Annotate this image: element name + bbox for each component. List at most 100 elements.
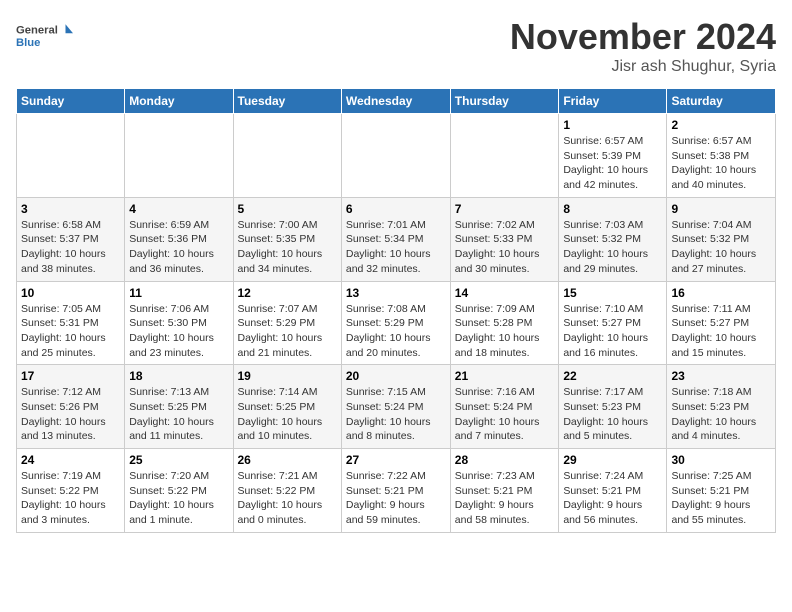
calendar-cell	[450, 114, 559, 198]
day-info: Sunrise: 7:03 AM Sunset: 5:32 PM Dayligh…	[563, 218, 662, 277]
day-number: 21	[455, 369, 555, 383]
day-info: Sunrise: 7:13 AM Sunset: 5:25 PM Dayligh…	[129, 385, 228, 444]
calendar-cell: 3 Sunrise: 6:58 AM Sunset: 5:37 PM Daylig…	[17, 197, 125, 281]
calendar-cell	[341, 114, 450, 198]
title-block: November 2024 Jisr ash Shughur, Syria	[510, 16, 776, 76]
day-number: 24	[21, 453, 120, 467]
day-info: Sunrise: 7:08 AM Sunset: 5:29 PM Dayligh…	[346, 302, 446, 361]
day-number: 13	[346, 286, 446, 300]
calendar-cell: 21 Sunrise: 7:16 AM Sunset: 5:24 PM Dayli…	[450, 365, 559, 449]
day-info: Sunrise: 7:10 AM Sunset: 5:27 PM Dayligh…	[563, 302, 662, 361]
day-number: 11	[129, 286, 228, 300]
calendar-cell: 20 Sunrise: 7:15 AM Sunset: 5:24 PM Dayli…	[341, 365, 450, 449]
day-info: Sunrise: 7:14 AM Sunset: 5:25 PM Dayligh…	[238, 385, 337, 444]
day-info: Sunrise: 7:24 AM Sunset: 5:21 PM Dayligh…	[563, 469, 662, 528]
day-number: 14	[455, 286, 555, 300]
calendar-cell: 17Sunrise: 7:12 AM Sunset: 5:26 PM Dayli…	[17, 365, 125, 449]
day-info: Sunrise: 7:11 AM Sunset: 5:27 PM Dayligh…	[671, 302, 771, 361]
day-info: Sunrise: 7:02 AM Sunset: 5:33 PM Dayligh…	[455, 218, 555, 277]
day-number: 29	[563, 453, 662, 467]
weekday-header-sunday: Sunday	[17, 89, 125, 114]
day-info: Sunrise: 6:57 AM Sunset: 5:38 PM Dayligh…	[671, 134, 771, 193]
calendar-cell: 22 Sunrise: 7:17 AM Sunset: 5:23 PM Dayli…	[559, 365, 667, 449]
calendar-cell: 8 Sunrise: 7:03 AM Sunset: 5:32 PM Daylig…	[559, 197, 667, 281]
calendar-cell: 30 Sunrise: 7:25 AM Sunset: 5:21 PM Dayli…	[667, 449, 776, 533]
day-number: 28	[455, 453, 555, 467]
month-title: November 2024	[510, 16, 776, 58]
weekday-header-thursday: Thursday	[450, 89, 559, 114]
day-info: Sunrise: 7:17 AM Sunset: 5:23 PM Dayligh…	[563, 385, 662, 444]
calendar-cell: 25 Sunrise: 7:20 AM Sunset: 5:22 PM Dayli…	[125, 449, 233, 533]
day-number: 17	[21, 369, 120, 383]
day-number: 9	[671, 202, 771, 216]
day-number: 25	[129, 453, 228, 467]
logo-svg: General Blue	[16, 16, 76, 58]
day-number: 19	[238, 369, 337, 383]
day-number: 3	[21, 202, 120, 216]
day-info: Sunrise: 7:15 AM Sunset: 5:24 PM Dayligh…	[346, 385, 446, 444]
calendar-cell: 11 Sunrise: 7:06 AM Sunset: 5:30 PM Dayli…	[125, 281, 233, 365]
calendar-week-3: 10Sunrise: 7:05 AM Sunset: 5:31 PM Dayli…	[17, 281, 776, 365]
day-info: Sunrise: 7:04 AM Sunset: 5:32 PM Dayligh…	[671, 218, 771, 277]
weekday-header-monday: Monday	[125, 89, 233, 114]
day-info: Sunrise: 7:23 AM Sunset: 5:21 PM Dayligh…	[455, 469, 555, 528]
calendar-week-2: 3 Sunrise: 6:58 AM Sunset: 5:37 PM Daylig…	[17, 197, 776, 281]
calendar-cell	[17, 114, 125, 198]
calendar-cell: 4 Sunrise: 6:59 AM Sunset: 5:36 PM Daylig…	[125, 197, 233, 281]
calendar-table: SundayMondayTuesdayWednesdayThursdayFrid…	[16, 88, 776, 533]
weekday-header-tuesday: Tuesday	[233, 89, 341, 114]
calendar-cell: 1 Sunrise: 6:57 AM Sunset: 5:39 PM Daylig…	[559, 114, 667, 198]
day-number: 27	[346, 453, 446, 467]
weekday-header-friday: Friday	[559, 89, 667, 114]
calendar-cell: 12Sunrise: 7:07 AM Sunset: 5:29 PM Dayli…	[233, 281, 341, 365]
day-number: 20	[346, 369, 446, 383]
calendar-cell	[233, 114, 341, 198]
day-number: 7	[455, 202, 555, 216]
calendar-cell: 14 Sunrise: 7:09 AM Sunset: 5:28 PM Dayli…	[450, 281, 559, 365]
calendar-week-1: 1 Sunrise: 6:57 AM Sunset: 5:39 PM Daylig…	[17, 114, 776, 198]
day-info: Sunrise: 6:59 AM Sunset: 5:36 PM Dayligh…	[129, 218, 228, 277]
day-number: 23	[671, 369, 771, 383]
day-number: 4	[129, 202, 228, 216]
day-info: Sunrise: 7:16 AM Sunset: 5:24 PM Dayligh…	[455, 385, 555, 444]
svg-text:Blue: Blue	[16, 37, 40, 49]
calendar-cell: 26 Sunrise: 7:21 AM Sunset: 5:22 PM Dayli…	[233, 449, 341, 533]
day-info: Sunrise: 7:01 AM Sunset: 5:34 PM Dayligh…	[346, 218, 446, 277]
day-number: 30	[671, 453, 771, 467]
day-info: Sunrise: 7:05 AM Sunset: 5:31 PM Dayligh…	[21, 302, 120, 361]
calendar-cell: 29 Sunrise: 7:24 AM Sunset: 5:21 PM Dayli…	[559, 449, 667, 533]
day-info: Sunrise: 6:57 AM Sunset: 5:39 PM Dayligh…	[563, 134, 662, 193]
day-number: 18	[129, 369, 228, 383]
day-info: Sunrise: 7:25 AM Sunset: 5:21 PM Dayligh…	[671, 469, 771, 528]
day-info: Sunrise: 7:09 AM Sunset: 5:28 PM Dayligh…	[455, 302, 555, 361]
calendar-cell: 27Sunrise: 7:22 AM Sunset: 5:21 PM Dayli…	[341, 449, 450, 533]
page-header: General Blue November 2024 Jisr ash Shug…	[16, 16, 776, 76]
day-number: 22	[563, 369, 662, 383]
day-number: 5	[238, 202, 337, 216]
calendar-cell: 13 Sunrise: 7:08 AM Sunset: 5:29 PM Dayli…	[341, 281, 450, 365]
day-info: Sunrise: 7:19 AM Sunset: 5:22 PM Dayligh…	[21, 469, 120, 528]
day-number: 12	[238, 286, 337, 300]
calendar-cell: 2Sunrise: 6:57 AM Sunset: 5:38 PM Daylig…	[667, 114, 776, 198]
calendar-cell: 24 Sunrise: 7:19 AM Sunset: 5:22 PM Dayli…	[17, 449, 125, 533]
day-number: 16	[671, 286, 771, 300]
calendar-cell	[125, 114, 233, 198]
day-number: 6	[346, 202, 446, 216]
day-number: 26	[238, 453, 337, 467]
day-number: 8	[563, 202, 662, 216]
day-info: Sunrise: 7:00 AM Sunset: 5:35 PM Dayligh…	[238, 218, 337, 277]
calendar-cell: 10Sunrise: 7:05 AM Sunset: 5:31 PM Dayli…	[17, 281, 125, 365]
day-info: Sunrise: 7:18 AM Sunset: 5:23 PM Dayligh…	[671, 385, 771, 444]
day-info: Sunrise: 7:20 AM Sunset: 5:22 PM Dayligh…	[129, 469, 228, 528]
day-info: Sunrise: 7:06 AM Sunset: 5:30 PM Dayligh…	[129, 302, 228, 361]
logo: General Blue	[16, 16, 76, 58]
weekday-header-wednesday: Wednesday	[341, 89, 450, 114]
calendar-cell: 7 Sunrise: 7:02 AM Sunset: 5:33 PM Daylig…	[450, 197, 559, 281]
calendar-cell: 5 Sunrise: 7:00 AM Sunset: 5:35 PM Daylig…	[233, 197, 341, 281]
day-number: 1	[563, 118, 662, 132]
calendar-cell: 28 Sunrise: 7:23 AM Sunset: 5:21 PM Dayli…	[450, 449, 559, 533]
day-info: Sunrise: 7:21 AM Sunset: 5:22 PM Dayligh…	[238, 469, 337, 528]
location: Jisr ash Shughur, Syria	[510, 58, 776, 76]
svg-text:General: General	[16, 24, 58, 36]
day-info: Sunrise: 6:58 AM Sunset: 5:37 PM Dayligh…	[21, 218, 120, 277]
